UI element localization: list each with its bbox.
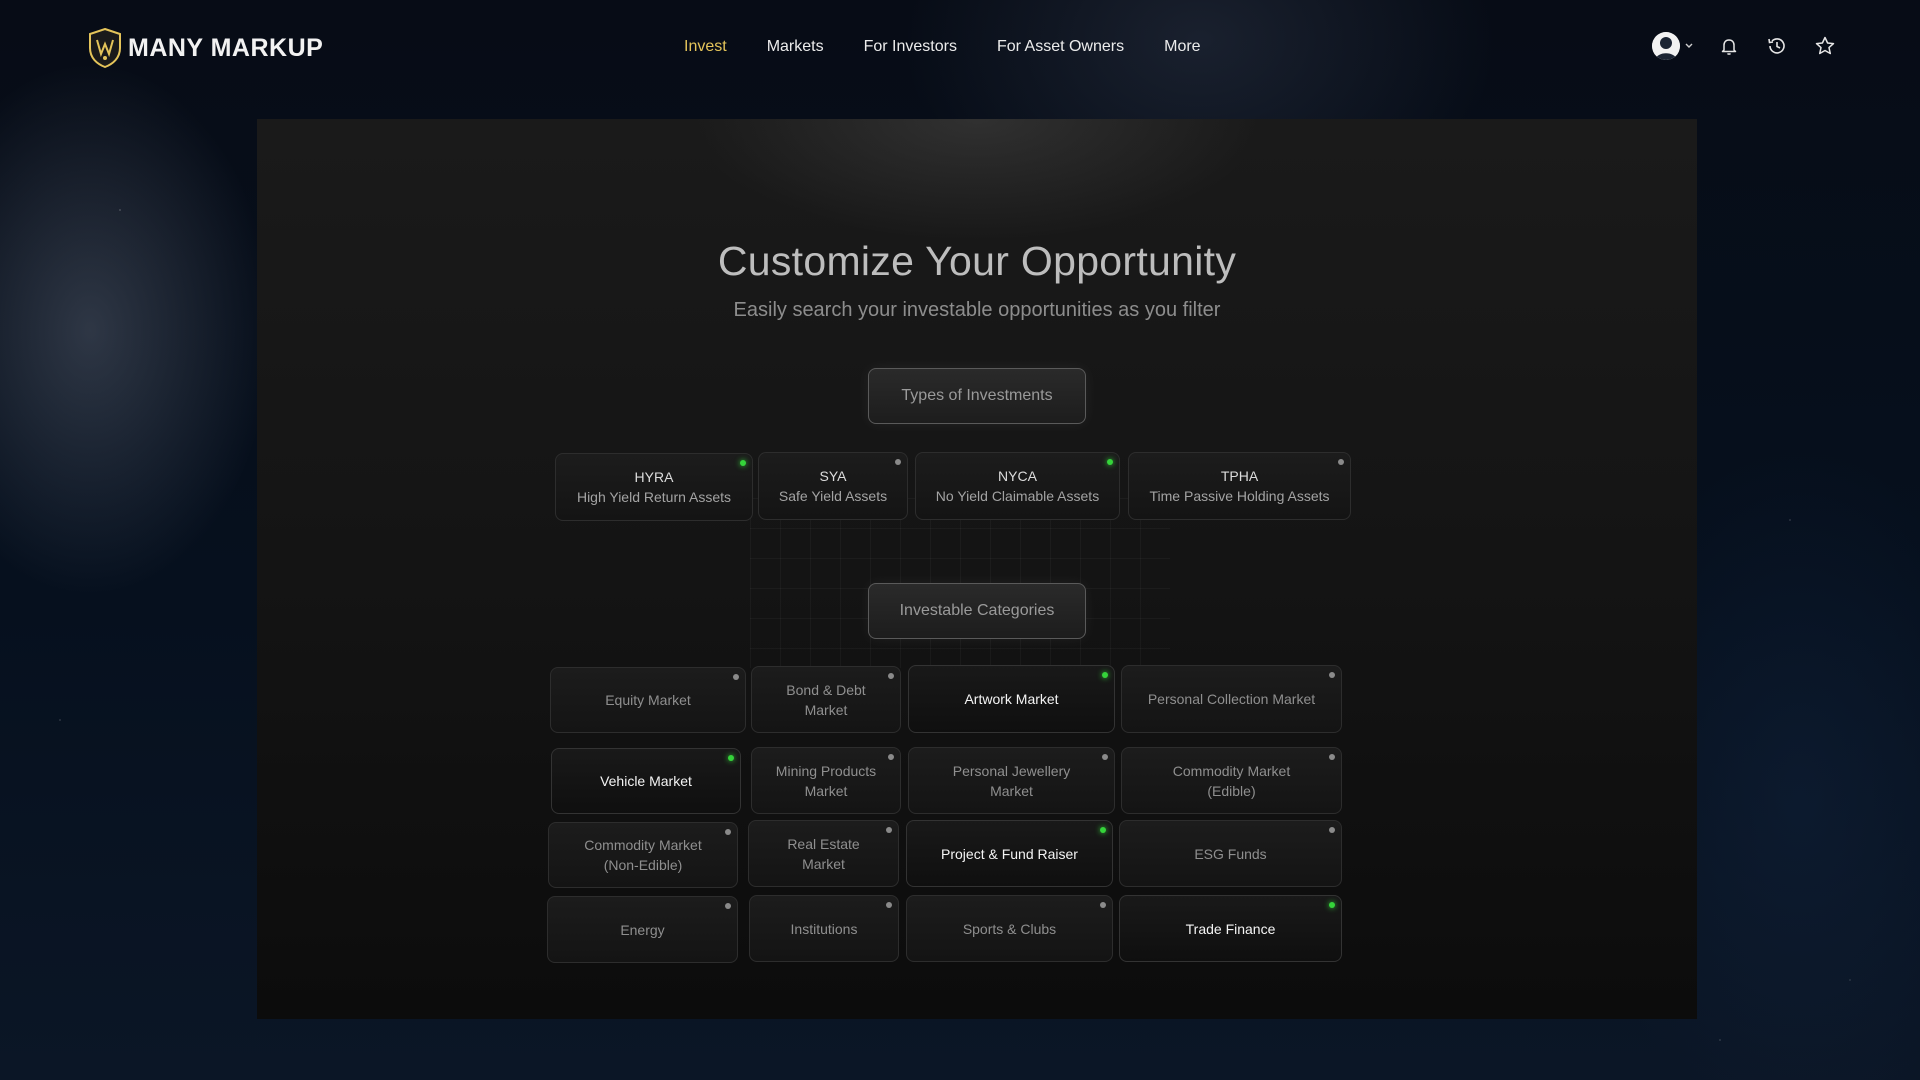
category-institutions[interactable]: Institutions [749,895,899,962]
category-label: Equity Market [605,692,691,708]
main-nav: Invest Markets For Investors For Asset O… [684,38,1201,56]
category-personal-collection-market[interactable]: Personal Collection Market [1121,665,1342,733]
category-label: Mining Products Market [775,762,877,799]
category-label: ESG Funds [1194,845,1267,862]
category-label: Personal Jewellery Market [952,762,1071,799]
category-equity-market[interactable]: Equity Market [550,667,746,733]
nav-invest[interactable]: Invest [684,38,727,56]
status-dot [895,459,901,465]
page-title: Customize Your Opportunity [717,238,1237,284]
nav-for-investors[interactable]: For Investors [864,38,957,56]
investment-type-hyra[interactable]: HYRA High Yield Return Assets [555,453,753,521]
investment-type-code: NYCA [998,468,1037,484]
category-real-estate-market[interactable]: Real Estate Market [748,820,899,887]
category-vehicle-market[interactable]: Vehicle Market [551,748,741,814]
investment-type-desc: Safe Yield Assets [778,488,888,504]
category-commodity-market-non-edible[interactable]: Commodity Market (Non-Edible) [548,822,738,888]
category-label: Vehicle Market [600,773,692,789]
category-commodity-market-edible[interactable]: Commodity Market (Edible) [1121,747,1342,814]
category-sports-clubs[interactable]: Sports & Clubs [906,895,1113,962]
category-energy[interactable]: Energy [547,896,738,963]
page-subtitle: Easily search your investable opportunit… [733,299,1221,321]
status-dot [1102,672,1108,678]
status-dot [1338,459,1344,465]
category-label: Sports & Clubs [962,920,1057,937]
investment-type-code: TPHA [1220,468,1259,484]
status-dot [1100,902,1106,908]
avatar [1652,32,1680,60]
status-dot [1329,902,1335,908]
status-dot [725,829,731,835]
status-dot [1100,827,1106,833]
header-actions [1652,32,1838,60]
top-header: MANY MARKUP Invest Markets For Investors… [0,0,1920,100]
category-label: Commodity Market (Edible) [1172,762,1291,799]
status-dot [740,460,746,466]
category-label: Bond & Debt Market [786,681,866,718]
category-mining-products-market[interactable]: Mining Products Market [751,747,901,814]
brand-logo[interactable]: MANY MARKUP [88,28,323,68]
status-dot [888,673,894,679]
investment-type-desc: No Yield Claimable Assets [935,488,1100,504]
category-label: Commodity Market (Non-Edible) [584,837,702,873]
status-dot [1107,459,1113,465]
status-dot [886,902,892,908]
status-dot [1329,754,1335,760]
category-label: Project & Fund Raiser [941,845,1078,862]
investment-type-desc: Time Passive Holding Assets [1149,488,1330,504]
category-artwork-market[interactable]: Artwork Market [908,665,1115,733]
category-label: Personal Collection Market [1147,691,1316,707]
investment-type-desc: High Yield Return Assets [576,489,732,505]
investment-type-sya[interactable]: SYA Safe Yield Assets [758,452,908,520]
nav-for-asset-owners[interactable]: For Asset Owners [997,38,1124,56]
history-icon[interactable] [1764,33,1790,59]
shield-logo-icon [89,28,121,68]
investment-type-nyca[interactable]: NYCA No Yield Claimable Assets [915,452,1120,520]
category-label: Trade Finance [1185,920,1276,937]
brand-name: MANY MARKUP [128,33,324,62]
status-dot [728,755,734,761]
chevron-down-icon [1685,43,1693,48]
status-dot [733,674,739,680]
status-dot [1102,754,1108,760]
investment-type-code: SYA [819,468,847,484]
investment-type-tpha[interactable]: TPHA Time Passive Holding Assets [1128,452,1351,520]
category-trade-finance[interactable]: Trade Finance [1119,895,1342,962]
category-bond-debt-market[interactable]: Bond & Debt Market [751,666,901,733]
investable-categories-header: Investable Categories [868,583,1086,639]
types-of-investments-header: Types of Investments [868,368,1086,424]
bell-icon[interactable] [1716,33,1742,59]
status-dot [1329,827,1335,833]
status-dot [725,903,731,909]
category-label: Real Estate Market [787,835,860,872]
investment-type-code: HYRA [634,469,674,485]
category-label: Artwork Market [964,691,1059,707]
nav-more[interactable]: More [1164,38,1200,56]
status-dot [886,827,892,833]
category-project-fund-raiser[interactable]: Project & Fund Raiser [906,820,1113,887]
category-label: Energy [620,921,665,938]
status-dot [1329,672,1335,678]
category-label: Institutions [790,920,858,937]
nav-markets[interactable]: Markets [767,38,824,56]
star-icon[interactable] [1812,33,1838,59]
category-esg-funds[interactable]: ESG Funds [1119,820,1342,887]
category-personal-jewellery-market[interactable]: Personal Jewellery Market [908,747,1115,814]
status-dot [888,754,894,760]
account-menu[interactable] [1652,32,1694,60]
